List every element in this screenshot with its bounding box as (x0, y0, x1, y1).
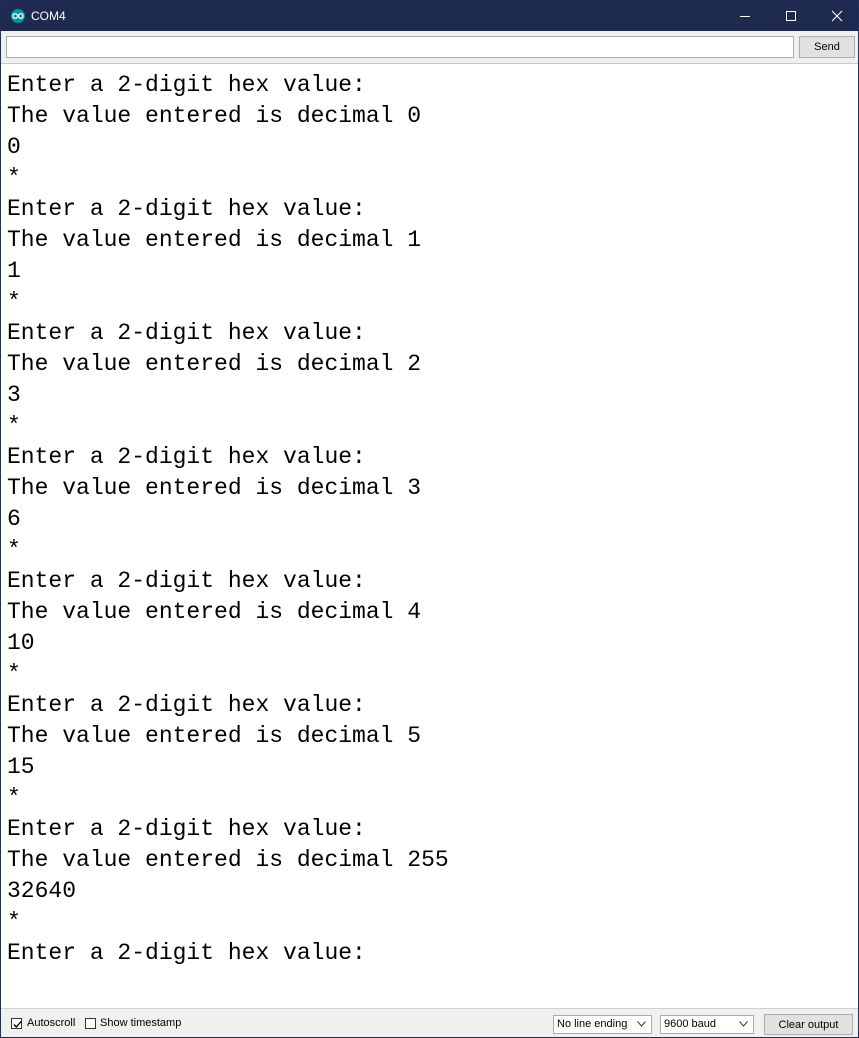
output-line: Enter a 2-digit hex value: (7, 940, 366, 966)
baud-rate-value: 9600 baud (664, 1018, 716, 1030)
line-ending-value: No line ending (557, 1018, 628, 1030)
output-line: * (7, 289, 21, 315)
output-line: Enter a 2-digit hex value: (7, 72, 366, 98)
status-bar: Autoscroll Show timestamp No line ending… (1, 1008, 858, 1037)
output-line: 6 (7, 506, 21, 532)
output-line: 3 (7, 382, 21, 408)
output-line: The value entered is decimal 5 (7, 723, 422, 749)
show-timestamp-label[interactable]: Show timestamp (100, 1017, 181, 1030)
checkmark-icon (13, 1021, 22, 1029)
arduino-infinity-icon (11, 9, 25, 23)
output-line: 10 (7, 630, 35, 656)
clear-output-button[interactable]: Clear output (764, 1014, 853, 1035)
baud-rate-select[interactable]: 9600 baud (660, 1015, 754, 1034)
output-line: Enter a 2-digit hex value: (7, 196, 366, 222)
output-line: Enter a 2-digit hex value: (7, 320, 366, 346)
output-line: The value entered is decimal 0 (7, 103, 422, 129)
close-button[interactable] (814, 1, 858, 31)
output-line: * (7, 785, 21, 811)
output-line: The value entered is decimal 3 (7, 475, 422, 501)
output-line: Enter a 2-digit hex value: (7, 692, 366, 718)
chevron-down-icon (739, 1021, 748, 1027)
chevron-down-icon (637, 1021, 646, 1027)
minimize-button[interactable] (722, 1, 768, 31)
output-line: * (7, 537, 21, 563)
output-line: * (7, 909, 21, 935)
serial-output-lines: Enter a 2-digit hex value: The value ente… (7, 70, 449, 969)
serial-monitor-window: COM4 Send Enter a 2-digit hex value: The … (0, 0, 859, 1038)
output-line: 32640 (7, 878, 77, 904)
output-line: Enter a 2-digit hex value: (7, 816, 366, 842)
output-line: Enter a 2-digit hex value: (7, 444, 366, 470)
output-line: Enter a 2-digit hex value: (7, 568, 366, 594)
line-ending-select[interactable]: No line ending (553, 1015, 652, 1034)
maximize-icon (786, 11, 796, 21)
title-bar[interactable]: COM4 (1, 1, 858, 31)
show-timestamp-checkbox[interactable] (85, 1018, 96, 1029)
output-line: 0 (7, 134, 21, 160)
output-line: 1 (7, 258, 21, 284)
minimize-icon (740, 16, 750, 17)
output-line: The value entered is decimal 4 (7, 599, 422, 625)
output-line: The value entered is decimal 2 (7, 351, 422, 377)
maximize-button[interactable] (768, 1, 814, 31)
autoscroll-checkbox[interactable] (11, 1018, 22, 1029)
close-icon (831, 10, 843, 22)
output-line: 15 (7, 754, 35, 780)
send-toolbar: Send (1, 31, 858, 63)
output-line: * (7, 165, 21, 191)
window-title: COM4 (31, 9, 66, 23)
output-line: * (7, 661, 21, 687)
output-line: The value entered is decimal 255 (7, 847, 449, 873)
output-line: * (7, 413, 21, 439)
serial-output-area[interactable]: Enter a 2-digit hex value: The value ente… (1, 63, 858, 1008)
serial-send-input[interactable] (6, 36, 794, 58)
output-line: The value entered is decimal 1 (7, 227, 422, 253)
send-button[interactable]: Send (799, 36, 855, 58)
autoscroll-label[interactable]: Autoscroll (27, 1017, 75, 1030)
